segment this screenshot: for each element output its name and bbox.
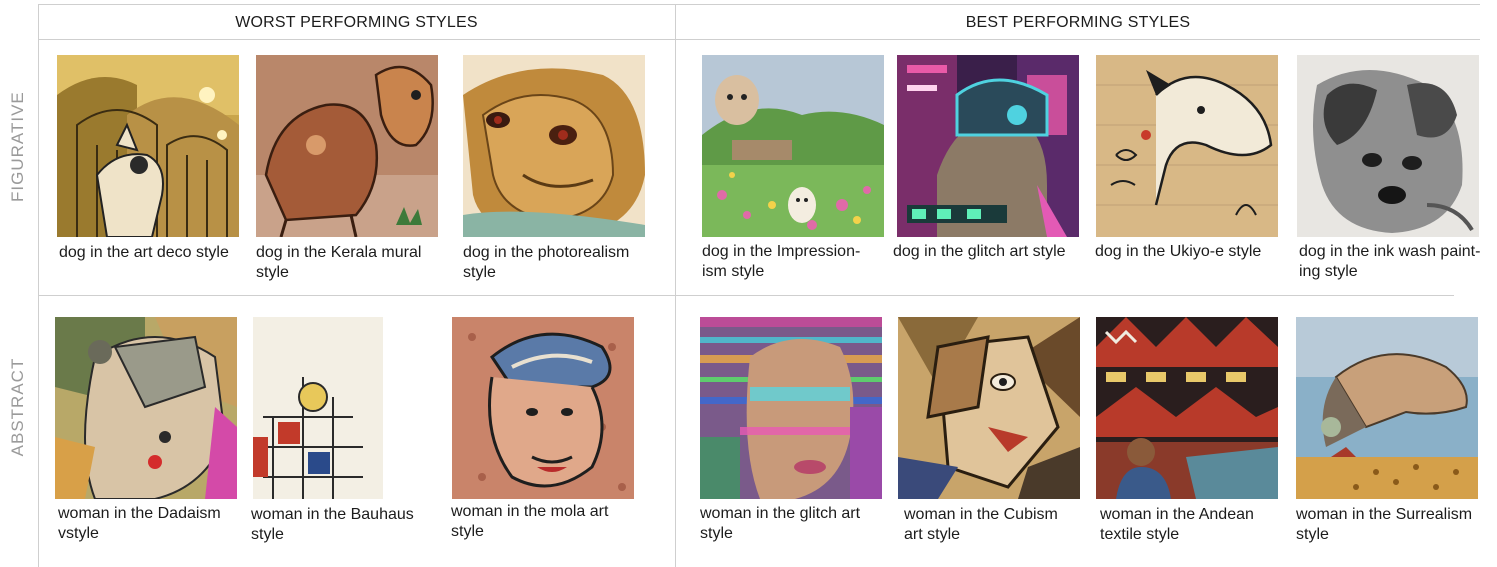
image-woman-cubism (898, 317, 1080, 499)
caption-woman-glitch-art: woman in the glitch art style (700, 505, 861, 542)
image-woman-andean-textile (1096, 317, 1278, 499)
center-divider (675, 4, 676, 567)
image-woman-mola-art (452, 317, 634, 499)
image-dog-kerala-mural (256, 55, 438, 237)
caption-dog-art-deco: dog in the art deco style (59, 244, 229, 261)
row-label-abstract: ABSTRACT (8, 357, 27, 457)
image-dog-photorealism (463, 55, 645, 237)
caption-woman-dadaism: woman in the Dadaism vstyle (58, 505, 221, 542)
caption-woman-cubism: woman in the Cubism art style (904, 506, 1058, 543)
caption-woman-andean-textile: woman in the Andean textile style (1100, 506, 1254, 543)
image-woman-bauhaus (253, 317, 435, 499)
left-border (38, 4, 39, 567)
image-dog-ink-wash (1297, 55, 1479, 237)
header-best-styles: BEST PERFORMING STYLES (965, 14, 1191, 31)
caption-dog-photorealism: dog in the photorealism style (463, 244, 630, 281)
image-woman-surrealism (1296, 317, 1478, 499)
caption-dog-impressionism: dog in the Impression-ism style (702, 243, 861, 280)
header-divider (38, 39, 1480, 40)
row-label-figurative: FIGURATIVE (8, 91, 27, 202)
caption-woman-surrealism: woman in the Surrealism style (1296, 506, 1473, 543)
caption-dog-ukiyo-e: dog in the Ukiyo-e style (1095, 243, 1262, 260)
image-dog-glitch-art (897, 55, 1079, 237)
image-woman-glitch-art (700, 317, 882, 499)
caption-woman-bauhaus: woman in the Bauhaus style (251, 506, 414, 543)
image-dog-impressionism (702, 55, 884, 237)
image-dog-ukiyo-e (1096, 55, 1278, 237)
image-woman-dadaism (55, 317, 237, 499)
caption-woman-mola-art: woman in the mola art style (451, 503, 609, 540)
caption-dog-glitch-art: dog in the glitch art style (893, 243, 1066, 260)
caption-dog-ink-wash: dog in the ink wash paint-ing style (1299, 243, 1481, 280)
caption-dog-kerala-mural: dog in the Kerala mural style (256, 244, 422, 281)
header-worst-styles: WORST PERFORMING STYLES (235, 14, 478, 31)
image-dog-art-deco (57, 55, 239, 237)
row-divider (38, 295, 1454, 296)
